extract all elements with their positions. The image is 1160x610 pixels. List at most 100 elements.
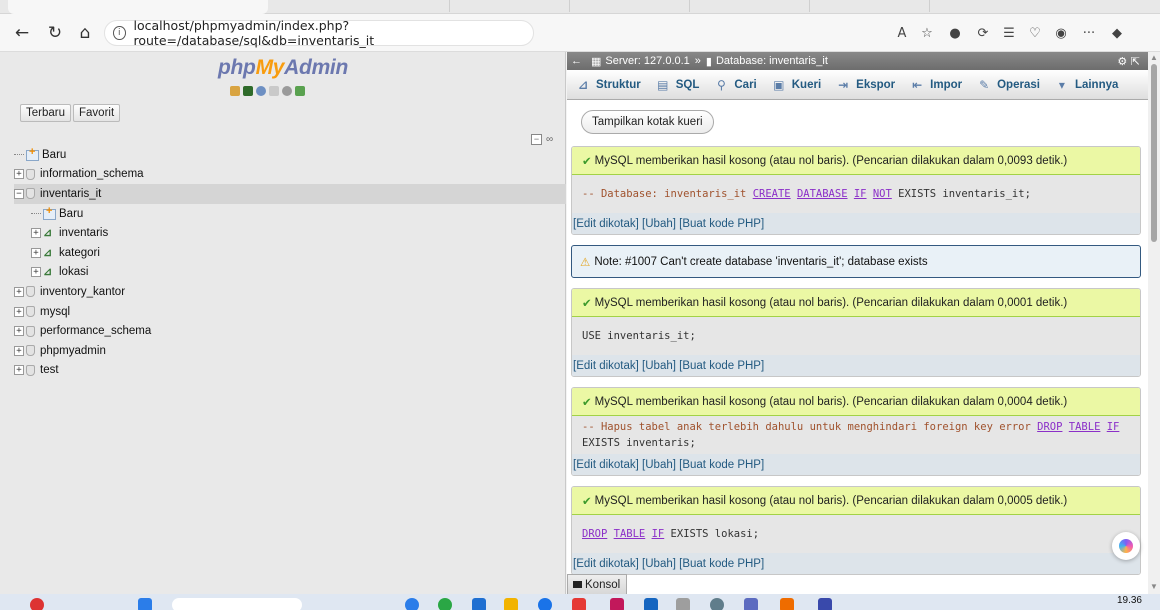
site-info-icon[interactable]: i [113,26,126,40]
edit-inline-link[interactable]: Edit dikotak [576,459,635,471]
edge-icon[interactable] [538,598,552,610]
reload-nav-icon[interactable] [295,86,305,96]
scrollbar-thumb[interactable] [1151,64,1157,242]
reload-icon[interactable]: ↻ [45,23,65,43]
app-icon[interactable] [676,598,690,610]
breadcrumb-database[interactable]: Database: inventaris_it [716,55,828,67]
more-menu-icon[interactable]: ··· [1080,24,1098,42]
favorite-star-icon[interactable]: ☆ [918,24,936,42]
help-icon[interactable] [256,86,266,96]
app-icon[interactable] [744,598,758,610]
tree-item[interactable]: + test [14,361,566,381]
app-icon[interactable] [710,598,724,610]
recent-tables-button[interactable]: Terbaru [20,104,71,122]
extension-icon[interactable]: ● [946,24,964,42]
tree-item[interactable]: − inventaris_it [14,184,566,204]
scroll-down-icon[interactable]: ▼ [1150,582,1158,591]
expand-icon[interactable]: + [14,306,24,317]
collapse-icon[interactable]: − [14,188,24,199]
show-query-box-button[interactable]: Tampilkan kotak kueri [581,110,714,134]
collapse-all-icon[interactable]: − [531,134,542,145]
create-php-code-link[interactable]: Buat kode PHP [682,218,761,230]
tree-item[interactable]: + information_schema [14,165,566,185]
settings-gear-icon[interactable] [282,86,292,96]
settings-gear-icon[interactable]: ⚙ ⇱ [1117,55,1140,68]
documentation-icon[interactable] [269,86,279,96]
home-icon[interactable] [230,86,240,96]
expand-icon[interactable]: + [31,247,41,258]
expand-icon[interactable]: + [14,345,24,356]
copilot-floating-icon[interactable] [1112,532,1140,560]
collapse-nav-icon[interactable]: ← [571,55,583,67]
edit-inline-link[interactable]: Edit dikotak [576,558,635,570]
browser-tab-active[interactable] [8,0,268,14]
back-arrow-icon[interactable]: ← [12,23,32,43]
start-icon[interactable] [138,598,152,610]
home-icon[interactable]: ⌂ [75,23,95,43]
app-icon[interactable] [572,598,586,610]
favorites-list-icon[interactable]: ☰ [1000,24,1018,42]
tree-item[interactable]: Baru [14,204,566,224]
browser-tab[interactable] [690,0,810,12]
browser-tab[interactable] [450,0,570,12]
expand-icon[interactable]: + [14,169,24,180]
profile-avatar-icon[interactable]: ◉ [1052,24,1070,42]
phpmyadmin-logo[interactable]: phpMyAdmin [218,56,348,80]
browser-tab[interactable] [810,0,930,12]
breadcrumb-server[interactable]: Server: 127.0.0.1 [605,55,689,67]
tree-item[interactable]: + phpmyadmin [14,341,566,361]
app-icon[interactable] [818,598,832,610]
tree-item[interactable]: + performance_schema [14,321,566,341]
tab-operasi[interactable]: ✎ Operasi [976,78,1040,92]
app-icon[interactable] [780,598,794,610]
app-icon[interactable] [405,598,419,610]
tab-ekspor[interactable]: ⇥ Ekspor [835,78,895,92]
edit-link[interactable]: Ubah [645,558,673,570]
tab-cari[interactable]: ⚲ Cari [713,78,757,92]
tree-item[interactable]: + ⊿ lokasi [14,263,566,283]
read-aloud-icon[interactable]: A [893,24,911,42]
refresh-extension-icon[interactable]: ⟳ [974,24,992,42]
tree-item[interactable]: + mysql [14,302,566,322]
collections-icon[interactable]: ♡ [1026,24,1044,42]
favorite-tables-button[interactable]: Favorit [73,104,121,122]
page-scrollbar[interactable]: ▲ ▼ [1148,52,1160,594]
edit-inline-link[interactable]: Edit dikotak [576,360,635,372]
tree-item[interactable]: Baru [14,145,566,165]
tree-item[interactable]: + inventory_kantor [14,282,566,302]
notification-icon[interactable] [30,598,44,610]
expand-icon[interactable]: + [31,267,41,278]
browser-tab[interactable] [570,0,690,12]
edit-link[interactable]: Ubah [645,459,673,471]
address-bar[interactable]: i localhost/phpmyadmin/index.php?route=/… [104,18,534,48]
tree-item[interactable]: + ⊿ kategori [14,243,566,263]
edit-link[interactable]: Ubah [645,218,673,230]
link-icon[interactable]: ∞ [546,134,553,145]
app-icon[interactable] [438,598,452,610]
app-icon[interactable] [610,598,624,610]
tab-impor[interactable]: ⇤ Impor [909,78,962,92]
browser-tab[interactable] [330,0,450,12]
exit-icon[interactable] [243,86,253,96]
expand-icon[interactable]: + [31,228,41,239]
create-php-code-link[interactable]: Buat kode PHP [682,558,761,570]
copilot-icon[interactable]: ◆ [1108,24,1126,42]
app-icon[interactable] [472,598,486,610]
tab-kueri[interactable]: ▣ Kueri [771,78,821,92]
expand-icon[interactable]: + [14,286,24,297]
tree-item[interactable]: + ⊿ inventaris [14,223,566,243]
expand-icon[interactable]: + [14,326,24,337]
folder-icon[interactable] [504,598,518,610]
expand-icon[interactable]: + [14,365,24,376]
tab-sql[interactable]: ▤ SQL [655,78,699,92]
app-icon[interactable] [644,598,658,610]
edit-link[interactable]: Ubah [645,360,673,372]
create-php-code-link[interactable]: Buat kode PHP [682,360,761,372]
tab-struktur[interactable]: ⊿ Struktur [575,78,641,92]
console-toggle[interactable]: Konsol [567,574,627,594]
tab-lainnya[interactable]: ▾ Lainnya [1054,78,1118,92]
taskbar-search[interactable] [172,598,302,610]
edit-inline-link[interactable]: Edit dikotak [576,218,635,230]
create-php-code-link[interactable]: Buat kode PHP [682,459,761,471]
scroll-up-icon[interactable]: ▲ [1150,53,1158,62]
